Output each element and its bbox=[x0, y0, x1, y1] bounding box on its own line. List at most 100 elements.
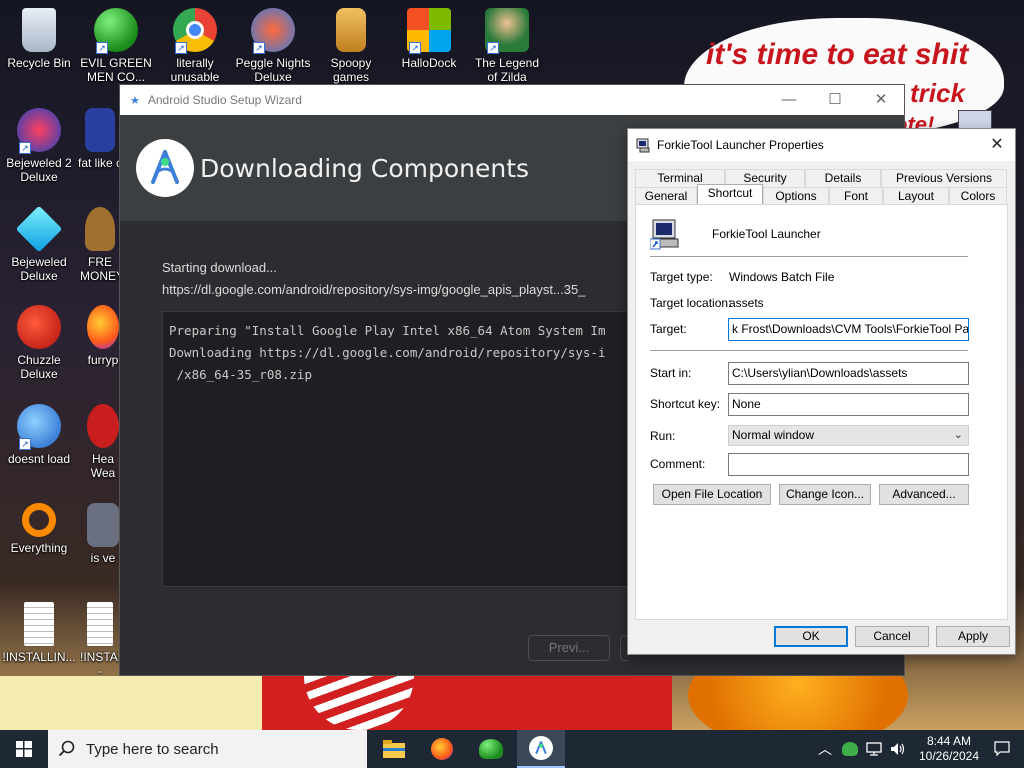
taskbar-firefox[interactable] bbox=[418, 730, 466, 768]
tab-colors[interactable]: Colors bbox=[949, 187, 1007, 205]
taskbar-android-studio[interactable] bbox=[517, 730, 565, 768]
desktop-icon-spoopy-games[interactable]: Spoopy games bbox=[313, 8, 389, 84]
desktop-icon-is-ve[interactable]: is ve bbox=[86, 503, 120, 565]
peggle-icon: ↗ bbox=[251, 8, 295, 54]
chevron-up-icon[interactable]: ︿ bbox=[818, 739, 832, 759]
volume-icon[interactable] bbox=[890, 742, 906, 756]
batch-file-icon bbox=[636, 138, 650, 153]
desktop-icon-fat-like[interactable]: fat like c bbox=[78, 108, 122, 170]
zilda-icon: ↗ bbox=[485, 8, 529, 54]
shortcut-key-field[interactable]: None bbox=[728, 393, 969, 416]
android-studio-logo-icon bbox=[136, 139, 194, 197]
open-file-location-button[interactable]: Open File Location bbox=[653, 484, 771, 505]
divider bbox=[650, 256, 968, 257]
firefox-icon bbox=[431, 738, 453, 760]
bejeweled-icon bbox=[15, 205, 63, 253]
run-label: Run: bbox=[650, 429, 676, 443]
shortcut-properties-dialog: ForkieTool Launcher Properties ✕ Termina… bbox=[627, 128, 1016, 655]
desktop-icon-evil-green-men[interactable]: ↗ EVIL GREEN MEN CO... bbox=[78, 8, 154, 84]
windows-logo-icon: ↗ bbox=[407, 8, 451, 54]
tab-details[interactable]: Details bbox=[805, 169, 881, 187]
desktop-icon-heart[interactable]: Hea Wea bbox=[86, 404, 120, 480]
desktop-icon-label: Chuzzle Deluxe bbox=[17, 353, 61, 381]
folder-icon bbox=[336, 8, 366, 52]
desktop-icon-literally-unusable[interactable]: ↗ literally unusable bbox=[157, 8, 233, 84]
comment-field[interactable] bbox=[728, 453, 969, 476]
desktop-icon-hallodock[interactable]: ↗ HalloDock bbox=[391, 8, 467, 70]
taskbar-file-explorer[interactable] bbox=[370, 730, 418, 768]
text-document-icon bbox=[87, 602, 113, 646]
minimize-icon[interactable]: — bbox=[766, 85, 812, 115]
firefox-icon bbox=[87, 305, 119, 349]
tab-options[interactable]: Options bbox=[763, 187, 829, 205]
apply-button[interactable]: Apply bbox=[936, 626, 1010, 647]
maximize-icon[interactable]: ☐ bbox=[812, 85, 858, 115]
desktop-icon-label: !INSTAL - Shortcut bbox=[80, 650, 120, 678]
desktop-icon-label: fat like c bbox=[78, 156, 122, 170]
shortcut-key-label: Shortcut key: bbox=[650, 397, 721, 411]
tab-shortcut[interactable]: Shortcut bbox=[697, 184, 763, 204]
green-men-tray-icon[interactable] bbox=[842, 742, 858, 756]
tab-layout[interactable]: Layout bbox=[883, 187, 949, 205]
ok-button[interactable]: OK bbox=[774, 626, 848, 647]
windows-start-icon bbox=[16, 741, 32, 757]
app-icon bbox=[87, 503, 119, 547]
desktop-icon-label: doesnt load bbox=[7, 452, 71, 466]
cancel-button[interactable]: Cancel bbox=[855, 626, 929, 647]
fat-like-icon bbox=[85, 108, 115, 152]
desktop-icon-everything[interactable]: Everything bbox=[1, 503, 77, 555]
download-log-console[interactable]: Preparing "Install Google Play Intel x86… bbox=[162, 311, 642, 587]
shortcut-arrow-icon: ↗ bbox=[253, 42, 265, 54]
shortcut-name: ForkieTool Launcher bbox=[712, 227, 821, 241]
desktop-icon-free-money[interactable]: FRE MONEY bbox=[80, 207, 120, 283]
tab-previous-versions[interactable]: Previous Versions bbox=[881, 169, 1007, 187]
target-type-value: Windows Batch File bbox=[729, 270, 835, 284]
taskbar-green-men[interactable] bbox=[467, 730, 515, 768]
tab-font[interactable]: Font bbox=[829, 187, 883, 205]
shortcut-arrow-icon: ↗ bbox=[19, 142, 31, 154]
window-titlebar[interactable]: ★ Android Studio Setup Wizard — ☐ ✕ bbox=[120, 85, 904, 115]
system-tray: ︿ 8:44 AM 10/26/2024 bbox=[818, 730, 1024, 768]
wallpaper-yellow-shape bbox=[0, 676, 270, 730]
advanced-button[interactable]: Advanced... bbox=[879, 484, 969, 505]
desktop-icon-label: HalloDock bbox=[401, 56, 457, 70]
comment-label: Comment: bbox=[650, 457, 706, 471]
tab-general[interactable]: General bbox=[635, 187, 697, 205]
desktop-icon-thunderbird[interactable]: ↗ doesnt load bbox=[1, 404, 77, 466]
close-icon[interactable]: ✕ bbox=[858, 85, 904, 115]
desktop-icon-installing[interactable]: !INSTALLIN... bbox=[1, 602, 77, 664]
desktop-icon-bejeweled[interactable]: Bejeweled Deluxe bbox=[1, 205, 77, 283]
chuzzle-icon bbox=[17, 305, 61, 349]
close-icon[interactable]: ✕ bbox=[979, 129, 1015, 161]
taskbar-clock[interactable]: 8:44 AM 10/26/2024 bbox=[912, 734, 986, 764]
start-button[interactable] bbox=[0, 730, 48, 768]
desktop-icon-label: Hea Wea bbox=[90, 452, 116, 480]
desktop-icon-label: EVIL GREEN MEN CO... bbox=[80, 56, 152, 84]
bejeweled2-icon: ↗ bbox=[17, 108, 61, 154]
desktop-icon-peggle[interactable]: ↗ Peggle Nights Deluxe bbox=[235, 8, 311, 84]
meme-text-line2: trick bbox=[910, 78, 965, 108]
desktop-icon-bejeweled2[interactable]: ↗ Bejeweled 2 Deluxe bbox=[1, 108, 77, 184]
network-icon[interactable] bbox=[866, 742, 882, 756]
taskbar-search-box[interactable]: Type here to search bbox=[48, 730, 367, 768]
target-location-label: Target location: bbox=[650, 296, 732, 310]
start-in-field[interactable]: C:\Users\ylian\Downloads\assets bbox=[728, 362, 969, 385]
shortcut-tab-panel: ForkieTool Launcher Target type: Windows… bbox=[635, 204, 1008, 620]
shortcut-arrow-icon: ↗ bbox=[487, 42, 499, 54]
download-url-text: https://dl.google.com/android/repository… bbox=[162, 282, 586, 297]
desktop-icon-legend-of-zilda[interactable]: ↗ The Legend of Zilda bbox=[469, 8, 545, 84]
dialog-titlebar[interactable]: ForkieTool Launcher Properties bbox=[628, 129, 1015, 161]
notification-icon[interactable] bbox=[994, 741, 1010, 757]
change-icon-button[interactable]: Change Icon... bbox=[779, 484, 871, 505]
desktop-icon-install-shortcut[interactable]: !INSTAL - Shortcut bbox=[80, 602, 120, 678]
desktop-icon-chuzzle[interactable]: Chuzzle Deluxe bbox=[1, 305, 77, 381]
divider bbox=[650, 350, 968, 351]
android-studio-icon bbox=[529, 736, 553, 760]
desktop-icon-recycle-bin[interactable]: Recycle Bin bbox=[1, 8, 77, 70]
target-field[interactable]: k Frost\Downloads\CVM Tools\ForkieTool P… bbox=[728, 318, 969, 341]
run-select[interactable]: Normal window ⌄ bbox=[728, 425, 969, 446]
green-men-icon: ↗ bbox=[94, 8, 138, 54]
desktop-icon-furryp[interactable]: furryp bbox=[86, 305, 120, 367]
target-label: Target: bbox=[650, 322, 687, 336]
previous-button[interactable]: Previ... bbox=[528, 635, 610, 661]
